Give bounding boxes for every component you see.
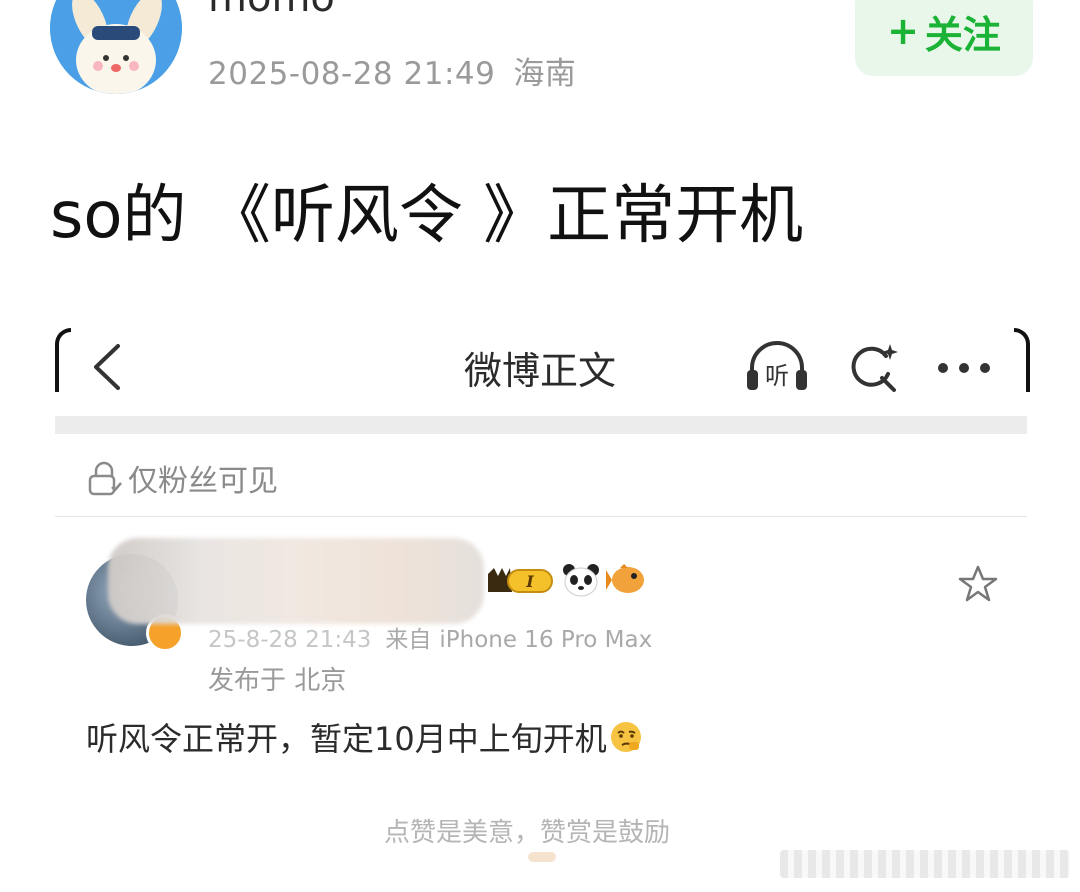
nav-title: 微博正文 (463, 349, 616, 393)
inner-timestamp: 25-8-28 21:43 (208, 627, 372, 653)
inner-location: 发布于 北京 (208, 666, 347, 696)
inner-source-label: 来自 (385, 627, 432, 653)
listen-label: 听 (765, 362, 789, 390)
follow-plus-icon: + (887, 9, 919, 53)
thinking-emoji-icon (609, 720, 643, 754)
panda-icon (562, 562, 600, 598)
inner-device: iPhone 16 Pro Max (439, 627, 653, 653)
post-headline: so的 《听风令 》正常开机 (50, 179, 804, 253)
vip-level-badge: I (486, 566, 554, 596)
star-icon[interactable] (958, 564, 998, 604)
inner-post-text-content: 听风令正常开，暂定10月中上旬开机 (86, 720, 607, 758)
headphone-listen-icon[interactable]: 听 (744, 338, 810, 394)
reward-footer-text: 点赞是美意，赞赏是鼓励 (384, 818, 671, 848)
lock-icon (88, 461, 122, 496)
username[interactable]: momo (208, 0, 335, 18)
section-divider (55, 416, 1027, 434)
thin-divider (55, 516, 1027, 517)
back-chevron-icon[interactable] (88, 342, 128, 392)
follow-label: 关注 (924, 12, 1001, 57)
post-meta: 2025-08-28 21:49 海南 (208, 48, 576, 93)
inner-post-text: 听风令正常开，暂定10月中上旬开机 (86, 714, 643, 760)
screenshot-frame-left (55, 328, 71, 392)
visibility-notice: 仅粉丝可见 (86, 458, 278, 499)
blurred-watermark (780, 850, 1070, 878)
screenshot-frame-right (1014, 328, 1030, 392)
post-timestamp: 2025-08-28 21:49 (208, 56, 496, 92)
visibility-text: 仅粉丝可见 (128, 464, 278, 499)
reward-indicator (528, 852, 556, 862)
post-location: 海南 (513, 56, 577, 92)
fish-icon (606, 562, 646, 598)
cartoon-avatar-icon (50, 0, 182, 94)
search-icon[interactable] (846, 340, 900, 394)
inner-post-meta: 25-8-28 21:43 来自 iPhone 16 Pro Max (208, 620, 652, 654)
user-avatar[interactable] (50, 0, 182, 94)
vip-level-label: I (525, 572, 534, 591)
more-icon[interactable] (936, 360, 992, 374)
blurred-username (108, 538, 484, 624)
follow-button[interactable]: + 关注 (855, 0, 1033, 76)
